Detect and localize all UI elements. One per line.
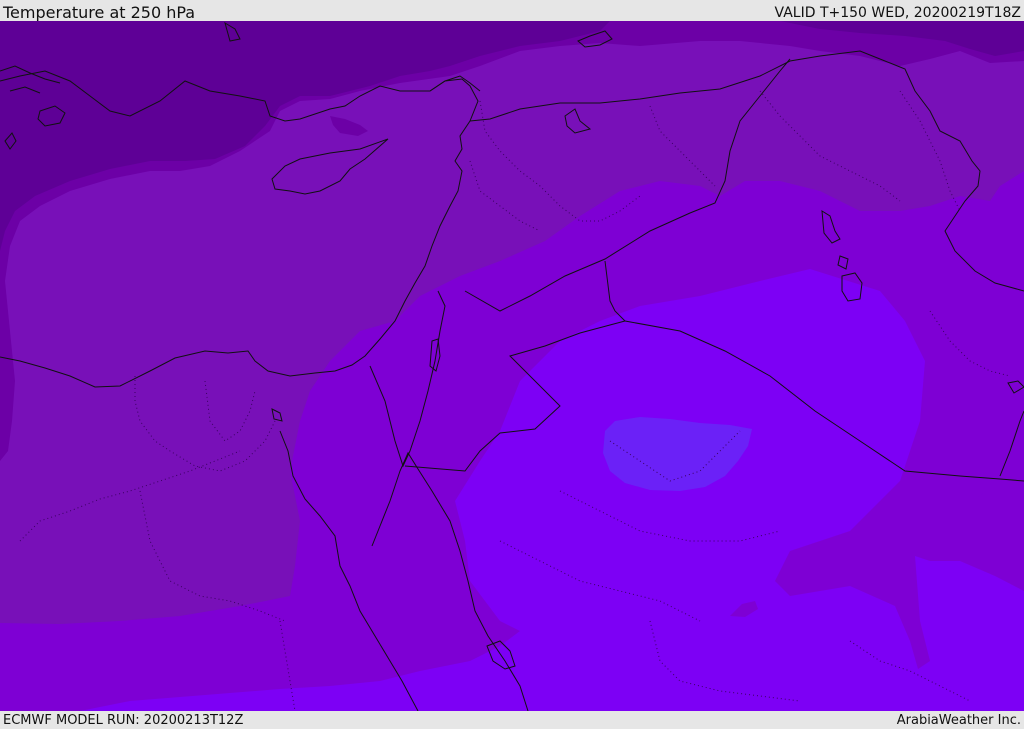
model-run-label: ECMWF MODEL RUN: 20200213T12Z <box>3 713 244 728</box>
footer-bar: ECMWF MODEL RUN: 20200213T12Z ArabiaWeat… <box>0 711 1024 729</box>
map-canvas <box>0 21 1024 711</box>
credit-label: ArabiaWeather Inc. <box>896 713 1021 728</box>
temperature-map[interactable] <box>0 21 1024 711</box>
map-title: Temperature at 250 hPa <box>3 3 196 22</box>
header-bar: Temperature at 250 hPa VALID T+150 WED, … <box>0 0 1024 22</box>
valid-time-label: VALID T+150 WED, 20200219T18Z <box>774 5 1021 21</box>
